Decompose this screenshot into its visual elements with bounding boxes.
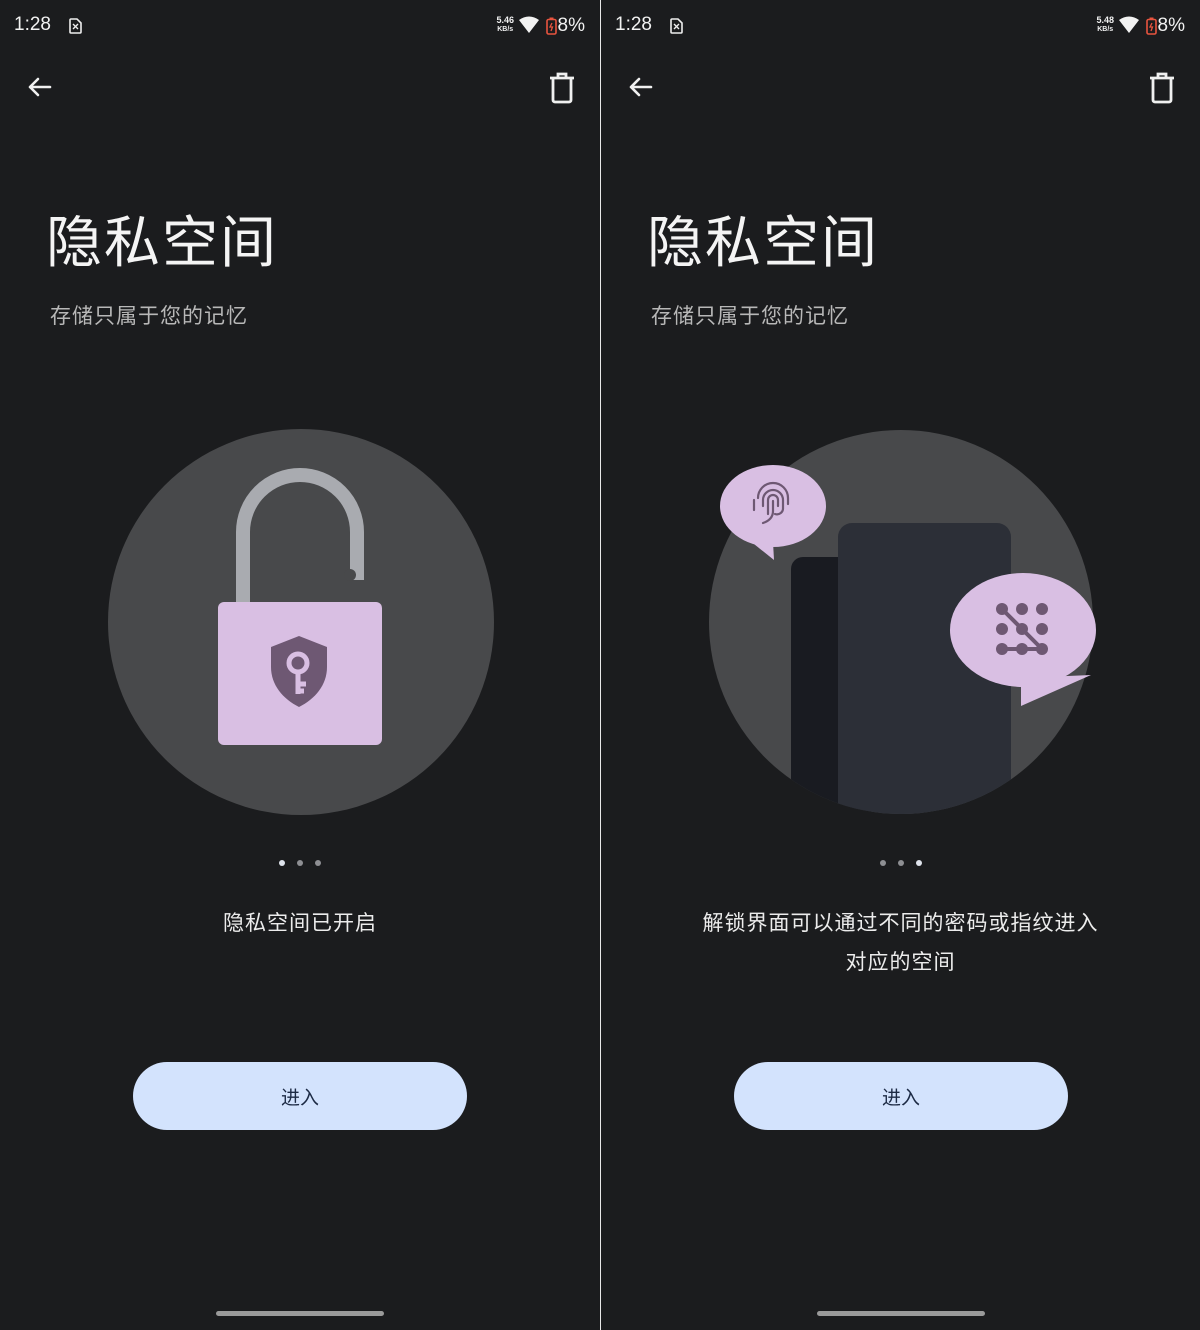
pattern-lock-icon — [996, 603, 1048, 655]
net-speed-value: 5.46 — [496, 15, 514, 25]
status-bar: 1:28 5.48 KB/s 6 8% — [601, 0, 1200, 52]
arrow-left-icon — [28, 77, 52, 97]
trash-icon — [1150, 72, 1174, 104]
trash-icon — [550, 72, 574, 104]
battery-icon — [1146, 17, 1157, 39]
delete-button[interactable] — [546, 70, 578, 106]
page-indicator — [0, 860, 600, 866]
caption-text: 解锁界面可以通过不同的密码或指纹进入对应的空间 — [702, 911, 1099, 974]
page-dot — [915, 860, 922, 866]
wifi-icon: 6 — [1118, 16, 1140, 38]
page-dot — [879, 860, 886, 866]
page-dot — [297, 860, 303, 866]
page-dot — [897, 860, 904, 866]
enter-button[interactable]: 进入 — [734, 1062, 1068, 1130]
net-speed-unit: KB/s — [1097, 26, 1114, 33]
page-indicator — [601, 860, 1200, 866]
page-title: 隐私空间 — [46, 211, 278, 276]
net-speed: 5.46 KB/s — [496, 16, 514, 34]
delete-button[interactable] — [1146, 70, 1178, 106]
app-root: 1:28 5.46 KB/s 6 8% 隐私空间 存储只属于您的记忆 隐私空间已… — [0, 0, 1200, 1330]
screen-private-space-intro-1: 1:28 5.46 KB/s 6 8% 隐私空间 存储只属于您的记忆 隐私空间已… — [0, 0, 600, 1330]
caption-text: 隐私空间已开启 — [223, 911, 377, 935]
arrow-left-icon — [629, 77, 653, 97]
page-dot — [315, 860, 321, 866]
status-bar: 1:28 5.46 KB/s 6 8% — [0, 0, 600, 52]
home-indicator[interactable] — [216, 1311, 384, 1316]
net-speed: 5.48 KB/s — [1096, 16, 1114, 34]
back-button[interactable] — [623, 70, 659, 106]
wifi-icon: 6 — [518, 16, 540, 38]
page-title: 隐私空间 — [647, 211, 879, 276]
battery-percent: 8% — [1157, 15, 1185, 36]
status-time: 1:28 — [615, 14, 652, 35]
battery-percent: 8% — [557, 15, 585, 36]
padlock-illustration — [0, 410, 600, 830]
battery-icon — [546, 17, 557, 39]
phones-unlock-illustration — [601, 410, 1200, 830]
home-indicator[interactable] — [817, 1311, 985, 1316]
page-subtitle: 存储只属于您的记忆 — [50, 304, 248, 328]
enter-button[interactable]: 进入 — [133, 1062, 467, 1130]
status-time: 1:28 — [14, 14, 51, 35]
net-speed-value: 5.48 — [1096, 15, 1114, 25]
screen-private-space-intro-3: 1:28 5.48 KB/s 6 8% 隐私空间 存储只属于您的记忆 解锁界面可… — [601, 0, 1200, 1330]
net-speed-unit: KB/s — [497, 26, 514, 33]
no-sim-icon — [68, 18, 82, 38]
back-button[interactable] — [22, 70, 58, 106]
no-sim-icon — [669, 18, 683, 38]
page-dot — [279, 860, 285, 866]
page-subtitle: 存储只属于您的记忆 — [651, 304, 849, 328]
